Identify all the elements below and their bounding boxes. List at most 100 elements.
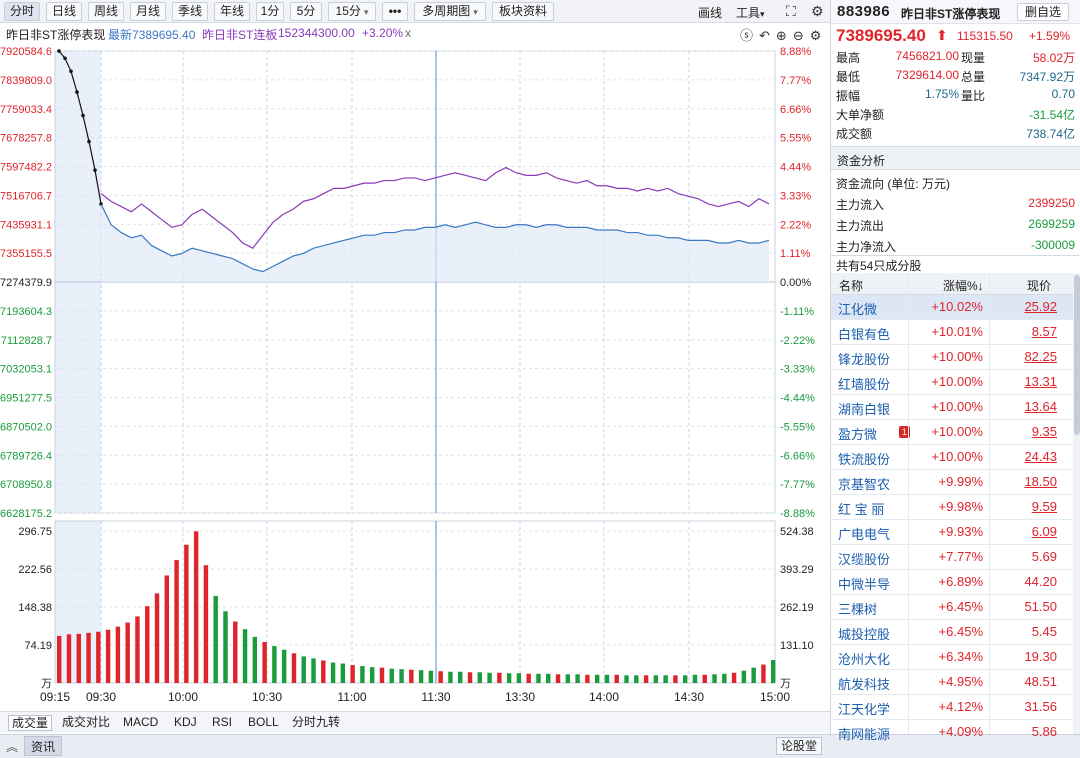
stock-name[interactable]: 白银有色 — [838, 324, 890, 343]
main-series-area — [101, 203, 769, 282]
stock-change-pct: +9.98% — [938, 499, 983, 514]
indicator-tab-rsi[interactable]: RSI — [212, 715, 232, 731]
stock-price: 25.92 — [1024, 299, 1057, 314]
table-row[interactable]: 南网能源 +4.09% 5.86 — [831, 720, 1073, 745]
table-row[interactable]: 广电电气 +9.93% 6.09 — [831, 520, 1073, 545]
table-row[interactable]: 江化微 +10.02% 25.92 — [831, 295, 1073, 320]
volume-bar — [350, 665, 355, 683]
intraday-chart[interactable]: 7920584.6 8.88% 7839809.0 7.77% 7759033.4 6.6… — [0, 43, 830, 711]
stock-name[interactable]: 城投控股 — [838, 624, 890, 643]
volume-bar — [546, 673, 551, 683]
zoom-out-icon[interactable]: ⊖ — [793, 28, 810, 43]
volume-bar — [487, 672, 492, 683]
stock-name[interactable]: 三棵树 — [838, 599, 877, 618]
price-row: 7389695.40 ⬆ 115315.50 +1.59% — [831, 24, 1080, 48]
stock-change-pct: +4.12% — [938, 699, 983, 714]
stat-label: 总量 — [961, 70, 986, 84]
forum-button[interactable]: 论股堂 — [776, 737, 823, 755]
volume-bar — [409, 669, 414, 683]
period-tab-year[interactable]: 年线 — [214, 2, 250, 21]
period-tab-quarter[interactable]: 季线 — [172, 2, 208, 21]
stock-name[interactable]: 南网能源 — [838, 724, 890, 743]
table-row[interactable]: 红墙股份 +10.00% 13.31 — [831, 370, 1073, 395]
scrollbar-thumb[interactable] — [1074, 275, 1080, 435]
indicator-tab-nine-turn[interactable]: 分时九转 — [292, 715, 340, 731]
table-scrollbar[interactable] — [1073, 273, 1080, 734]
indicator-tab-volume-compare[interactable]: 成交对比 — [62, 715, 110, 731]
period-tab-fenshi[interactable]: 分时 — [4, 2, 40, 21]
draw-line-button[interactable]: 画线 — [698, 4, 722, 21]
indicator-tab-macd[interactable]: MACD — [123, 715, 158, 731]
price-tick-label: 7032053.1 — [0, 364, 52, 376]
stock-name[interactable]: 铁流股份 — [838, 449, 890, 468]
gear-icon[interactable]: ⚙ — [811, 3, 824, 20]
stock-name[interactable]: 锋龙股份 — [838, 349, 890, 368]
info-circle-icon[interactable]: ⓢ — [740, 28, 759, 43]
table-row[interactable]: 中微半导 +6.89% 44.20 — [831, 570, 1073, 595]
stock-name[interactable]: 盈方微 — [838, 424, 877, 443]
stock-price: 8.57 — [1031, 324, 1057, 339]
period-tab-5min[interactable]: 5分 — [290, 2, 322, 21]
zoom-in-icon[interactable]: ⊕ — [776, 28, 793, 43]
table-row[interactable]: 锋龙股份 +10.00% 82.25 — [831, 345, 1073, 370]
stock-name[interactable]: 航发科技 — [838, 674, 890, 693]
period-tab-month[interactable]: 月线 — [130, 2, 166, 21]
table-row[interactable]: 城投控股 +6.45% 5.45 — [831, 620, 1073, 645]
stock-name[interactable]: 江天化学 — [838, 699, 890, 718]
table-row[interactable]: 江天化学 +4.12% 31.56 — [831, 695, 1073, 720]
table-row[interactable]: 白银有色 +10.01% 8.57 — [831, 320, 1073, 345]
remove-compare-button[interactable]: x — [405, 26, 411, 40]
tools-dropdown[interactable]: 工具▾ — [736, 4, 765, 21]
volume-tick-label: 222.56 — [18, 564, 52, 576]
table-row[interactable]: 汉缆股份 +7.77% 5.69 — [831, 545, 1073, 570]
period-tab-1min[interactable]: 1分 — [256, 2, 284, 21]
indicator-tab-boll[interactable]: BOLL — [248, 715, 279, 731]
period-tab-15min-dropdown[interactable]: 15分 ▾ — [328, 2, 376, 21]
period-tab-week[interactable]: 周线 — [88, 2, 124, 21]
info-tab[interactable]: 资讯 — [24, 736, 63, 756]
volume-tick-label: 74.19 — [24, 640, 52, 652]
undo-icon[interactable]: ↶ — [759, 28, 776, 43]
volume-bar — [536, 673, 541, 683]
table-row[interactable]: 航发科技 +4.95% 48.51 — [831, 670, 1073, 695]
period-tab-day[interactable]: 日线 — [46, 2, 82, 21]
stock-name[interactable]: 京基智农 — [838, 474, 890, 493]
table-row[interactable]: 红 宝 丽 +9.98% 9.59 — [831, 495, 1073, 520]
sector-info-button[interactable]: 板块资料 — [492, 2, 554, 21]
column-header-name[interactable]: 名称 — [839, 277, 863, 294]
stock-name[interactable]: 中微半导 — [838, 574, 890, 593]
stock-name[interactable]: 红 宝 丽 — [838, 499, 884, 518]
stock-name[interactable]: 汉缆股份 — [838, 549, 890, 568]
fund-analysis-header[interactable]: 资金分析 — [831, 146, 1080, 170]
delete-watchlist-button[interactable]: 删自选 — [1017, 3, 1070, 21]
gear-icon[interactable]: ⚙ — [810, 28, 828, 43]
indicator-tab-kdj[interactable]: KDJ — [174, 715, 197, 731]
table-row[interactable]: 沧州大化 +6.34% 19.30 — [831, 645, 1073, 670]
table-row[interactable]: 盈方微 1 +10.00% 9.35 — [831, 420, 1073, 445]
auction-point — [69, 69, 73, 74]
column-header-change[interactable]: 涨幅%↓ — [943, 277, 984, 294]
column-header-price[interactable]: 现价 — [1027, 277, 1051, 294]
price-tick-label: 7193604.3 — [0, 306, 52, 318]
price-tick-label: 6789726.4 — [0, 450, 52, 462]
multi-period-dropdown[interactable]: 多周期图 ▾ — [414, 2, 486, 21]
quote-header: 883986 昨日非ST涨停表现 删自选 — [831, 0, 1080, 24]
table-row[interactable]: 京基智农 +9.99% 18.50 — [831, 470, 1073, 495]
indicator-tab-volume[interactable]: 成交量 — [8, 715, 53, 731]
more-periods-button[interactable]: ••• — [382, 2, 408, 21]
stock-name[interactable]: 广电电气 — [838, 524, 890, 543]
expand-icon[interactable]: ⛶ — [786, 3, 796, 20]
price-tick-label: 6951277.5 — [0, 393, 52, 405]
stock-name[interactable]: 江化微 — [838, 299, 877, 318]
double-chevron-up-icon[interactable]: ︽ — [6, 738, 18, 755]
table-row[interactable]: 铁流股份 +10.00% 24.43 — [831, 445, 1073, 470]
table-row[interactable]: 三棵树 +6.45% 51.50 — [831, 595, 1073, 620]
volume-bar — [682, 675, 688, 683]
stock-name[interactable]: 红墙股份 — [838, 374, 890, 393]
table-row[interactable]: 湖南白银 +10.00% 13.64 — [831, 395, 1073, 420]
stock-name[interactable]: 湖南白银 — [838, 399, 890, 418]
volume-tick-label: 万 — [780, 678, 791, 690]
chevron-down-icon: ▾ — [760, 9, 765, 19]
constituents-title-row: 共有54只成分股 — [831, 255, 1080, 273]
stock-name[interactable]: 沧州大化 — [838, 649, 890, 668]
